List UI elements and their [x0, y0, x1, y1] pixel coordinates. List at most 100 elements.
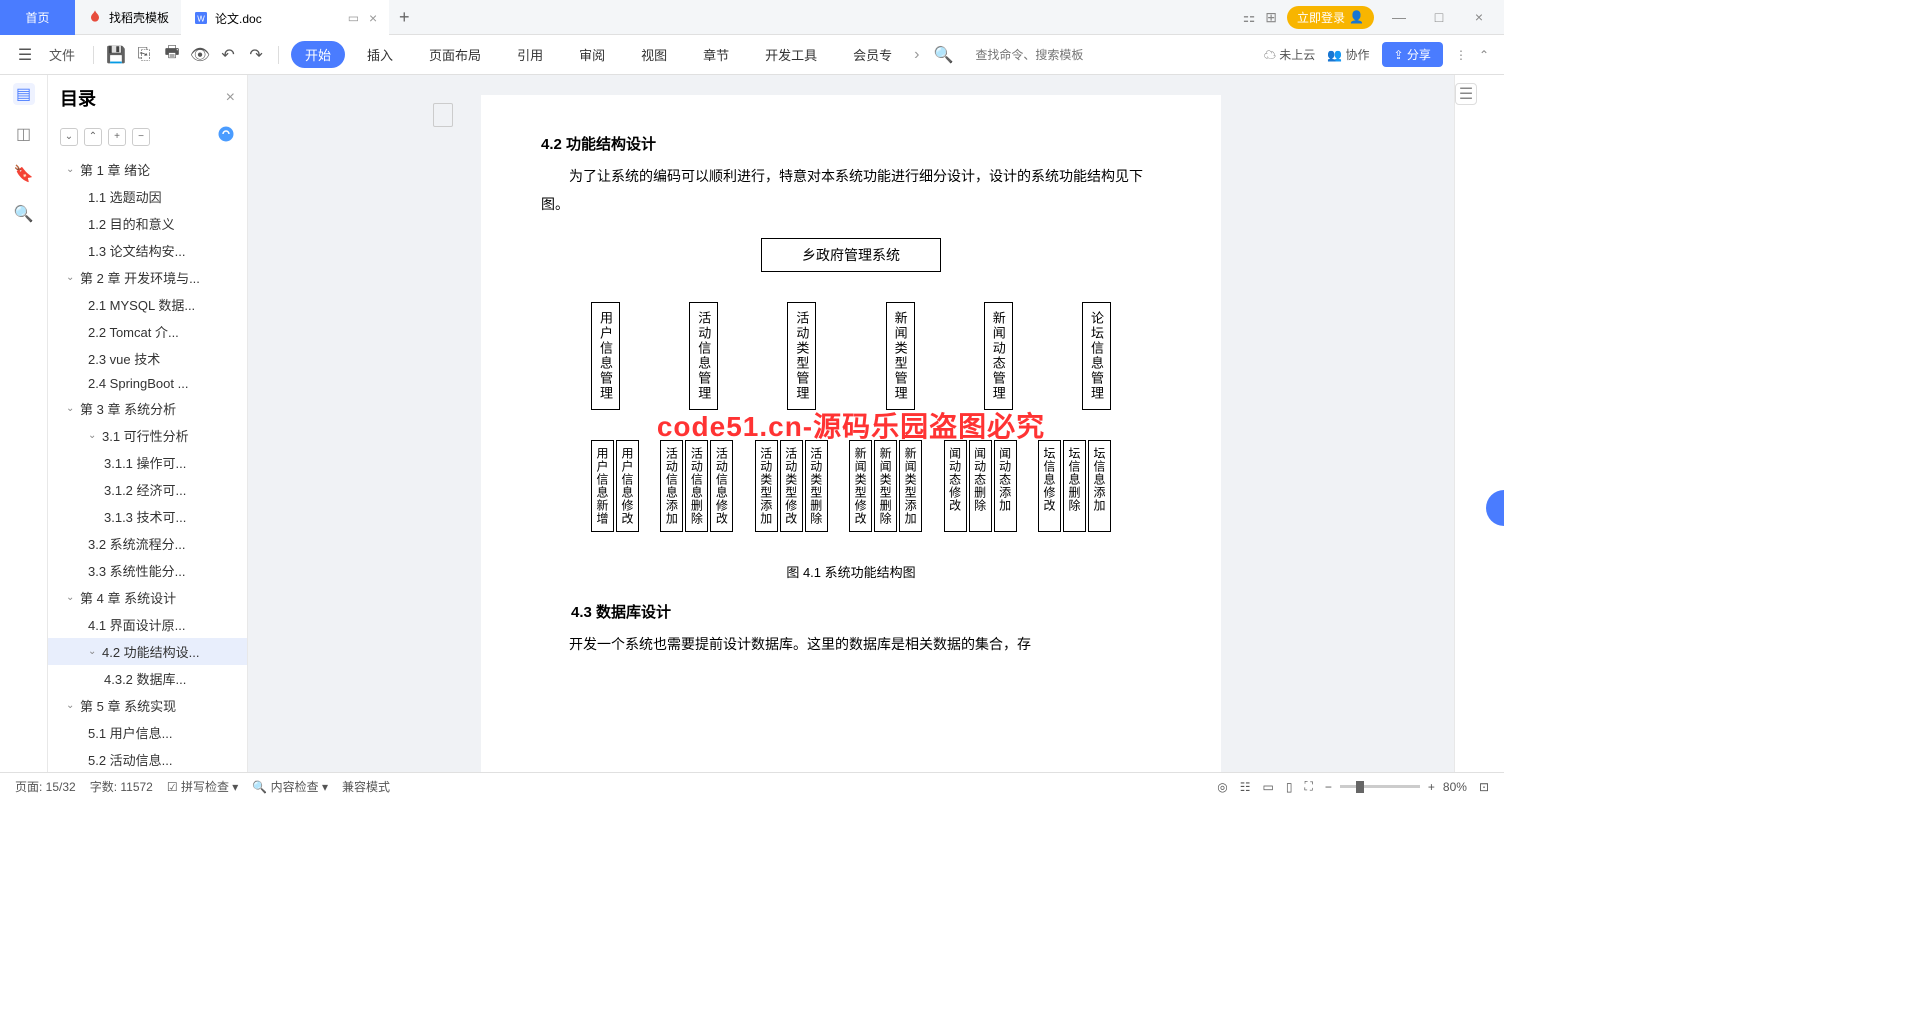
document-page: 4.2 功能结构设计 为了让系统的编码可以顺利进行，特意对本系统功能进行细分设计…	[481, 95, 1221, 772]
outline-item[interactable]: 5.2 活动信息...	[48, 746, 247, 772]
outline-item[interactable]: 2.1 MYSQL 数据...	[48, 291, 247, 318]
page-indicator[interactable]: 页面: 15/32	[15, 778, 76, 795]
minimize-button[interactable]: —	[1384, 9, 1414, 25]
outline-item[interactable]: 2.3 vue 技术	[48, 345, 247, 372]
login-button[interactable]: 立即登录👤	[1287, 6, 1374, 29]
outline-item[interactable]: ⌄3.1 可行性分析	[48, 422, 247, 449]
undo-icon[interactable]: ↶	[218, 45, 238, 65]
maximize-button[interactable]: □	[1424, 9, 1454, 25]
diagram-leaf: 坛信息添加	[1088, 440, 1111, 532]
outline-item[interactable]: 3.3 系统性能分...	[48, 557, 247, 584]
paragraph: 为了让系统的编码可以顺利进行，特意对本系统功能进行细分设计，设计的系统功能结构见…	[541, 162, 1161, 218]
apps-icon[interactable]: ⊞	[1265, 9, 1277, 26]
zoom-slider[interactable]	[1340, 785, 1420, 788]
menu-dev[interactable]: 开发工具	[751, 41, 831, 68]
redo-icon[interactable]: ↷	[246, 45, 266, 65]
content-check-button[interactable]: 🔍 内容检查 ▾	[252, 778, 328, 795]
menu-review[interactable]: 审阅	[565, 41, 619, 68]
outline-item[interactable]: 1.3 论文结构安...	[48, 237, 247, 264]
page-margin-icon[interactable]	[433, 103, 453, 127]
settings-icon[interactable]: ☰	[1455, 83, 1477, 105]
web-mode-icon[interactable]: ▭	[1263, 780, 1274, 794]
cloud-status[interactable]: ☁ 未上云	[1264, 46, 1315, 63]
outline-item[interactable]: ⌄第 2 章 开发环境与...	[48, 264, 247, 291]
menu-member[interactable]: 会员专	[839, 41, 906, 68]
zoom-control[interactable]: − + 80%	[1325, 780, 1467, 794]
bookmark-icon[interactable]: ◫	[13, 123, 35, 145]
tab-home[interactable]: 首页	[0, 0, 75, 35]
tag-icon[interactable]: 🔖	[13, 163, 35, 185]
close-icon[interactable]: ×	[369, 10, 377, 26]
menu-view[interactable]: 视图	[627, 41, 681, 68]
view-mode-icon[interactable]: ◎	[1217, 780, 1227, 794]
zoom-value: 80%	[1443, 780, 1467, 794]
outline-item[interactable]: 4.3.2 数据库...	[48, 665, 247, 692]
focus-mode-icon[interactable]: ⛶	[1304, 779, 1312, 794]
outline-item[interactable]: 3.1.2 经济可...	[48, 476, 247, 503]
outline-item[interactable]: ⌄4.2 功能结构设...	[48, 638, 247, 665]
flame-icon	[87, 9, 103, 25]
read-mode-icon[interactable]: ☷	[1240, 780, 1251, 794]
more-icon[interactable]: ⋮	[1455, 48, 1467, 62]
split-icon[interactable]: ▭	[348, 11, 359, 25]
expand-all-icon[interactable]: ⌃	[84, 128, 102, 146]
layout-icon[interactable]: ⚏	[1243, 9, 1256, 26]
sync-icon[interactable]	[217, 125, 235, 148]
menu-ref[interactable]: 引用	[503, 41, 557, 68]
outline-item[interactable]: 4.1 界面设计原...	[48, 611, 247, 638]
outline-item[interactable]: 3.2 系统流程分...	[48, 530, 247, 557]
zoom-out-icon[interactable]: −	[1325, 780, 1332, 794]
menu-start[interactable]: 开始	[291, 41, 345, 68]
tab-template[interactable]: 找稻壳模板	[75, 0, 181, 35]
search-icon: 🔍	[933, 45, 953, 65]
outline-item[interactable]: ⌄第 5 章 系统实现	[48, 692, 247, 719]
outline-item[interactable]: ⌄第 3 章 系统分析	[48, 395, 247, 422]
page-mode-icon[interactable]: ▯	[1286, 780, 1293, 794]
toolbar: ☰ 文件 💾 ⎘ 🖶 👁 ↶ ↷ 开始 插入 页面布局 引用 审阅 视图 章节 …	[0, 35, 1504, 75]
print-icon[interactable]: 🖶	[162, 45, 182, 65]
outline-item[interactable]: ⌄第 1 章 绪论	[48, 156, 247, 183]
new-tab-button[interactable]: +	[389, 7, 419, 28]
outline-icon[interactable]: ▤	[13, 83, 35, 105]
file-menu[interactable]: 文件	[43, 41, 81, 68]
outline-item[interactable]: ⌄第 4 章 系统设计	[48, 584, 247, 611]
outline-item[interactable]: 3.1.1 操作可...	[48, 449, 247, 476]
outline-item[interactable]: 1.2 目的和意义	[48, 210, 247, 237]
word-count[interactable]: 字数: 11572	[90, 778, 153, 795]
export-icon[interactable]: ⎘	[134, 45, 154, 65]
zoom-in-icon[interactable]: +	[1428, 780, 1435, 794]
search-panel-icon[interactable]: 🔍	[13, 203, 35, 225]
preview-icon[interactable]: 👁	[190, 45, 210, 65]
collapse-all-icon[interactable]: ⌄	[60, 128, 78, 146]
menu-chapter[interactable]: 章节	[689, 41, 743, 68]
status-bar: 页面: 15/32 字数: 11572 ☑ 拼写检查 ▾ 🔍 内容检查 ▾ 兼容…	[0, 772, 1504, 800]
menu-layout[interactable]: 页面布局	[415, 41, 495, 68]
document-area[interactable]: 4.2 功能结构设计 为了让系统的编码可以顺利进行，特意对本系统功能进行细分设计…	[248, 75, 1454, 772]
diagram-root: 乡政府管理系统	[761, 238, 941, 272]
fit-icon[interactable]: ⊡	[1479, 780, 1489, 794]
outline-item[interactable]: 3.1.3 技术可...	[48, 503, 247, 530]
diagram-leaf: 活动信息删除	[685, 440, 708, 532]
share-button[interactable]: ⇪ 分享	[1382, 42, 1443, 67]
outline-item[interactable]: 1.1 选题动因	[48, 183, 247, 210]
save-icon[interactable]: 💾	[106, 45, 126, 65]
compat-mode[interactable]: 兼容模式	[342, 778, 390, 795]
search-input[interactable]	[971, 44, 1121, 66]
outline-item[interactable]: 5.1 用户信息...	[48, 719, 247, 746]
diagram-leaf: 用户信息修改	[616, 440, 639, 532]
remove-icon[interactable]: −	[132, 128, 150, 146]
outline-item[interactable]: 2.4 SpringBoot ...	[48, 372, 247, 395]
menu-insert[interactable]: 插入	[353, 41, 407, 68]
diagram-leaf: 坛信息删除	[1063, 440, 1086, 532]
menu-icon[interactable]: ☰	[15, 45, 35, 65]
collab-button[interactable]: 👥 协作	[1327, 46, 1369, 63]
spellcheck-button[interactable]: ☑ 拼写检查 ▾	[167, 778, 238, 795]
tab-document[interactable]: W 论文.doc ▭ ×	[181, 0, 389, 35]
figure-caption: 图 4.1 系统功能结构图	[541, 562, 1161, 581]
close-panel-icon[interactable]: ×	[226, 89, 235, 107]
heading-4-3: 4.3 数据库设计	[541, 601, 1161, 622]
add-icon[interactable]: +	[108, 128, 126, 146]
close-button[interactable]: ×	[1464, 9, 1494, 25]
collapse-icon[interactable]: ⌃	[1479, 48, 1489, 62]
outline-item[interactable]: 2.2 Tomcat 介...	[48, 318, 247, 345]
